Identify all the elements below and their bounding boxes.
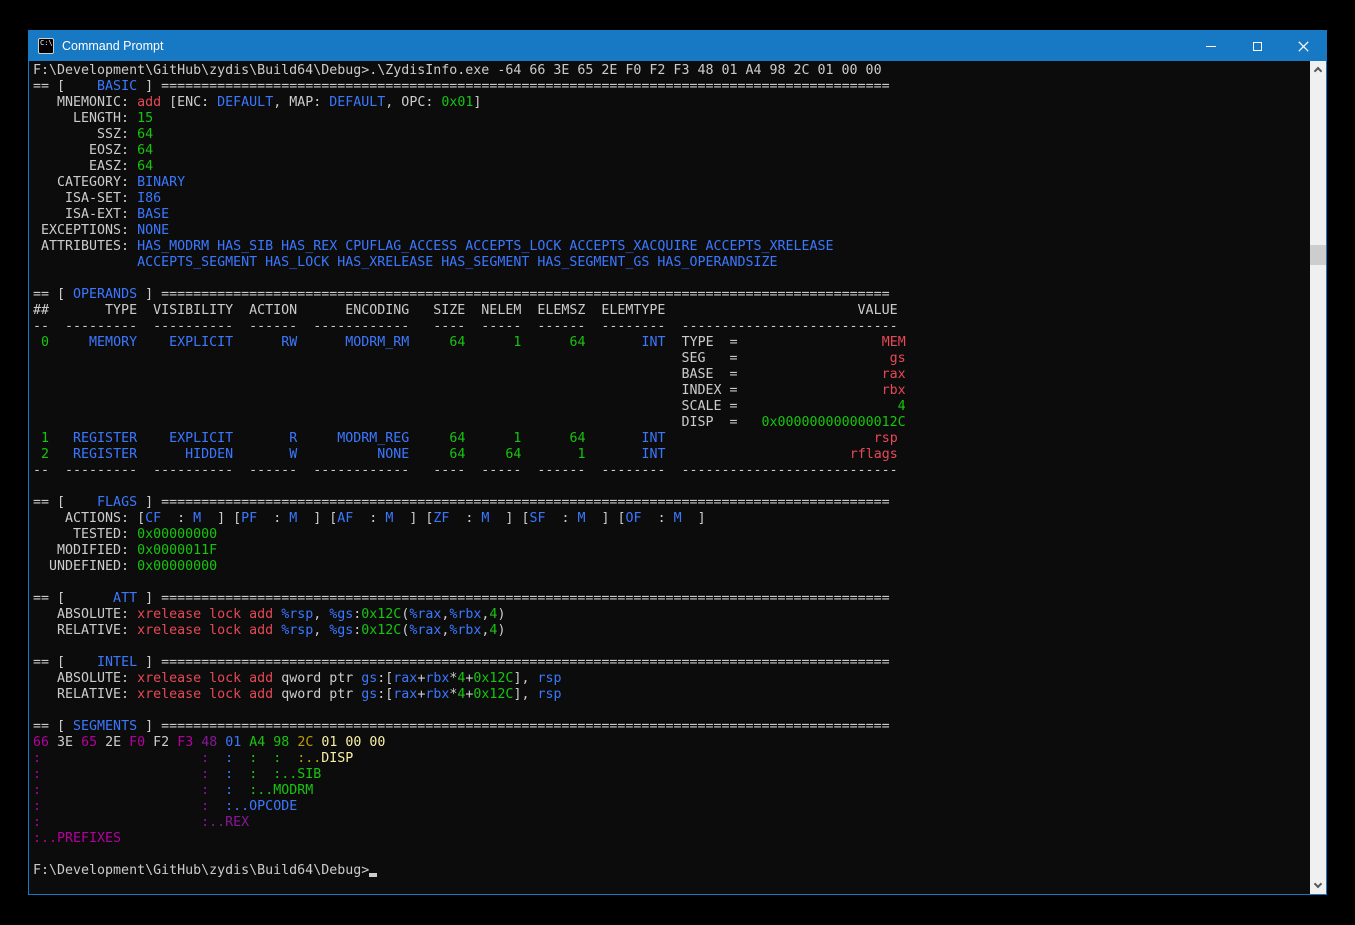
console-line: : : : : :..SIB	[33, 767, 1310, 783]
command-prompt-window: C:\ Command Prompt F:\Development\GitHub…	[28, 30, 1327, 895]
console-line: ISA-SET: I86	[33, 191, 1310, 207]
console-line: SSZ: 64	[33, 127, 1310, 143]
close-icon	[1298, 41, 1309, 52]
chevron-down-icon	[1314, 880, 1322, 888]
console-line: ABSOLUTE: xrelease lock add qword ptr gs…	[33, 671, 1310, 687]
console-line: == [ FLAGS ] ===========================…	[33, 495, 1310, 511]
console-line	[33, 639, 1310, 655]
console-line: == [ OPERANDS ] ========================…	[33, 287, 1310, 303]
scroll-up-button[interactable]	[1310, 61, 1326, 78]
console-line	[33, 847, 1310, 863]
console-line: TESTED: 0x00000000	[33, 527, 1310, 543]
console-line: CATEGORY: BINARY	[33, 175, 1310, 191]
desktop: { "window": { "title": "Command Prompt",…	[0, 0, 1355, 925]
console-line: ACTIONS: [CF : M ] [PF : M ] [AF : M ] […	[33, 511, 1310, 527]
console-line: -- --------- ---------- ------ ---------…	[33, 319, 1310, 335]
console-line: RELATIVE: xrelease lock add qword ptr gs…	[33, 687, 1310, 703]
text-cursor	[369, 863, 377, 877]
console-line	[33, 271, 1310, 287]
console-line: ATTRIBUTES: HAS_MODRM HAS_SIB HAS_REX CP…	[33, 239, 1310, 255]
minimize-icon	[1206, 46, 1216, 47]
console-line: LENGTH: 15	[33, 111, 1310, 127]
console-line: ## TYPE VISIBILITY ACTION ENCODING SIZE …	[33, 303, 1310, 319]
console-line: BASE = rax	[33, 367, 1310, 383]
console-line: MNEMONIC: add [ENC: DEFAULT, MAP: DEFAUL…	[33, 95, 1310, 111]
console-line: ISA-EXT: BASE	[33, 207, 1310, 223]
console-line: == [ SEGMENTS ] ========================…	[33, 719, 1310, 735]
console-line: INDEX = rbx	[33, 383, 1310, 399]
console-line: EASZ: 64	[33, 159, 1310, 175]
console-line: : : :..OPCODE	[33, 799, 1310, 815]
console-line: == [ INTEL ] ===========================…	[33, 655, 1310, 671]
scrollbar[interactable]	[1310, 61, 1326, 894]
console-line: F:\Development\GitHub\zydis\Build64\Debu…	[33, 863, 1310, 879]
console-line: 66 3E 65 2E F0 F2 F3 48 01 A4 98 2C 01 0…	[33, 735, 1310, 751]
titlebar[interactable]: C:\ Command Prompt	[29, 31, 1326, 61]
console-line: SEG = gs	[33, 351, 1310, 367]
console-line: -- --------- ---------- ------ ---------…	[33, 463, 1310, 479]
console-line: == [ BASIC ] ===========================…	[33, 79, 1310, 95]
console-line: 0 MEMORY EXPLICIT RW MODRM_RM 64 1 64 IN…	[33, 335, 1310, 351]
window-controls	[1188, 31, 1326, 61]
chevron-up-icon	[1314, 67, 1322, 75]
console-line: 1 REGISTER EXPLICIT R MODRM_REG 64 1 64 …	[33, 431, 1310, 447]
console-line: : : : :..MODRM	[33, 783, 1310, 799]
console-line	[33, 479, 1310, 495]
console-line: EXCEPTIONS: NONE	[33, 223, 1310, 239]
scroll-down-button[interactable]	[1310, 877, 1326, 894]
console-line: :..PREFIXES	[33, 831, 1310, 847]
console-line: == [ ATT ] =============================…	[33, 591, 1310, 607]
console-line: UNDEFINED: 0x00000000	[33, 559, 1310, 575]
console-output[interactable]: F:\Development\GitHub\zydis\Build64\Debu…	[29, 61, 1310, 894]
console-line: RELATIVE: xrelease lock add %rsp, %gs:0x…	[33, 623, 1310, 639]
console-line: SCALE = 4	[33, 399, 1310, 415]
console-line	[33, 575, 1310, 591]
console-line: : : : : : :..DISP	[33, 751, 1310, 767]
console-line: : :..REX	[33, 815, 1310, 831]
close-button[interactable]	[1280, 31, 1326, 61]
maximize-icon	[1253, 42, 1262, 51]
console-line: ABSOLUTE: xrelease lock add %rsp, %gs:0x…	[33, 607, 1310, 623]
console-line: EOSZ: 64	[33, 143, 1310, 159]
minimize-button[interactable]	[1188, 31, 1234, 61]
console-line: ACCEPTS_SEGMENT HAS_LOCK HAS_XRELEASE HA…	[33, 255, 1310, 271]
console-line: DISP = 0x000000000000012C	[33, 415, 1310, 431]
console-line	[33, 703, 1310, 719]
cmd-icon: C:\	[38, 38, 54, 54]
console-line: F:\Development\GitHub\zydis\Build64\Debu…	[33, 63, 1310, 79]
window-title: Command Prompt	[62, 39, 1188, 53]
console-line: 2 REGISTER HIDDEN W NONE 64 64 1 INT rfl…	[33, 447, 1310, 463]
console-line: MODIFIED: 0x0000011F	[33, 543, 1310, 559]
maximize-button[interactable]	[1234, 31, 1280, 61]
scrollbar-thumb[interactable]	[1310, 245, 1326, 265]
